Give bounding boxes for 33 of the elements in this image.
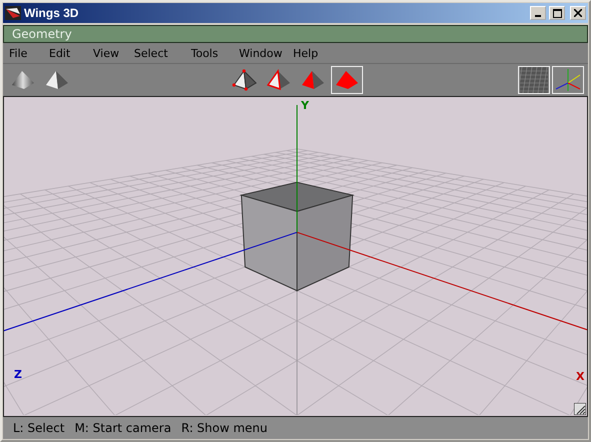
maximize-button[interactable] [549,6,565,20]
resize-grip-icon[interactable] [574,403,586,415]
menu-item[interactable]: Select [134,46,191,60]
menu-item[interactable]: File [9,46,49,60]
body-pyramid-icon [334,69,360,91]
status-hint: L: Select [13,421,65,435]
maximize-icon [552,8,562,18]
face-pyramid-icon [300,69,326,91]
panel-title: Geometry [12,27,72,41]
vertex-pyramid-icon [232,69,258,91]
flat-pyramid-icon [44,69,70,91]
status-hint: M: Start camera [74,421,172,435]
menu-item[interactable]: View [93,46,134,60]
smooth-pyramid-icon [10,69,36,91]
menu-item[interactable]: Tools [191,46,239,60]
window-title: Wings 3D [24,6,80,20]
view-toggle-button[interactable] [518,66,550,94]
axis-label: Z [14,368,22,381]
close-button[interactable] [570,6,586,20]
minimize-button[interactable] [530,6,546,20]
menu-item[interactable]: Edit [49,46,93,60]
view-toggle-button[interactable] [552,66,584,94]
axes-icon [554,67,582,93]
axis-label: Y [301,99,309,112]
app-logo-icon [5,6,21,20]
menu-item[interactable]: Window [239,46,293,60]
3d-viewport[interactable]: Y Z X [3,96,588,417]
axis-label: X [576,370,584,383]
ground-grid-icon [520,67,548,93]
menu-item[interactable]: Help [293,46,341,60]
close-icon [574,9,582,17]
edge-pyramid-icon [266,69,292,91]
status-hint: R: Show menu [181,421,268,435]
